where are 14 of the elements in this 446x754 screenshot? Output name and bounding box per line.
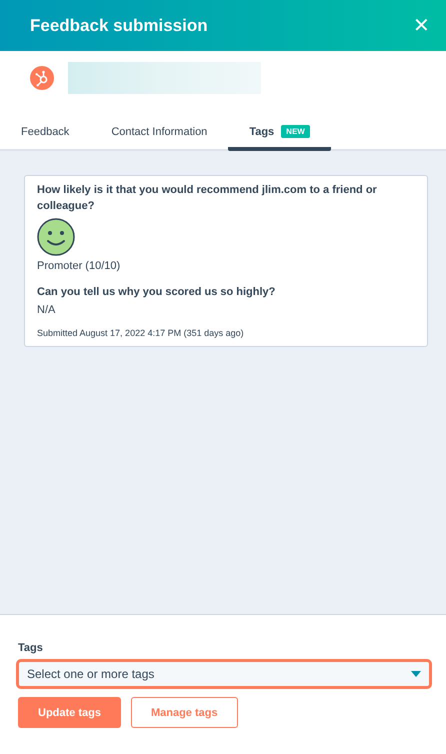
answer-text: N/A [37, 304, 56, 316]
question-text: Can you tell us why you scored us so highly? [37, 285, 276, 300]
new-badge: NEW [281, 125, 310, 138]
smiley-icon [37, 218, 75, 256]
submitted-text: Submitted August 17, 2022 4:17 PM (351 days ago) [37, 328, 245, 338]
window-title: Feedback submission [30, 16, 208, 36]
field-label: Tags [18, 642, 44, 654]
question-text: How likely is it that you would recommend jlim.com to a friend or colleague? [37, 183, 378, 214]
sprocket-icon [30, 66, 54, 90]
tab[interactable]: Contact Information [90, 126, 228, 149]
caret-icon [411, 671, 421, 677]
tags-dropdown[interactable]: Select one or more tags [16, 659, 432, 689]
tab[interactable]: Feedback [0, 126, 90, 149]
answer-text: Promoter (10/10) [37, 260, 122, 272]
